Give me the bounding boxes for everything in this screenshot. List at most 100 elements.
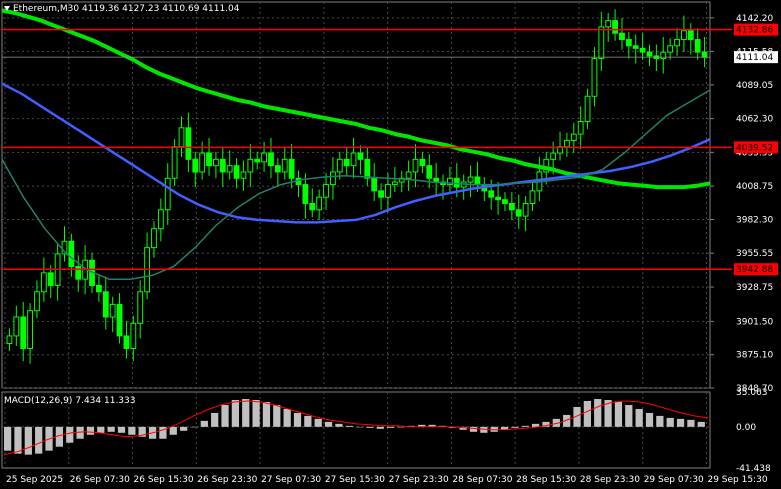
macd-histogram-bar (614, 401, 623, 427)
macd-histogram-bar (666, 417, 674, 427)
candle-body (185, 127, 192, 160)
candle-body (281, 158, 288, 173)
macd-histogram-bar (180, 426, 188, 431)
macd-histogram-bar (335, 423, 343, 427)
candle-body (6, 335, 13, 344)
candle-body (226, 165, 233, 173)
y-tick-label: 4062.30 (736, 115, 773, 125)
candle-body (171, 146, 178, 179)
candle-body (612, 20, 618, 34)
candle-body (330, 171, 336, 186)
candle-body (577, 121, 584, 135)
candle-body (378, 190, 384, 198)
candle-body (419, 158, 426, 167)
y-tick-label: 4142.20 (736, 14, 773, 24)
macd-histogram-bar (252, 400, 260, 427)
x-tick-label: 27 Sep 15:30 (325, 475, 385, 485)
candle-body (206, 152, 212, 167)
y-tick-label: 3875.10 (736, 351, 773, 361)
candle-body (619, 32, 625, 41)
candle-body (371, 177, 378, 192)
macd-histogram-bar (387, 426, 395, 428)
macd-histogram-bar (676, 418, 685, 427)
macd-histogram-bar (625, 404, 633, 427)
x-tick-label: 27 Sep 07:30 (261, 475, 321, 485)
candle-body (426, 165, 433, 179)
candle-body (75, 266, 82, 280)
macd-histogram-bar (356, 426, 364, 428)
candle-body (137, 291, 144, 324)
macd-histogram-bar (635, 408, 643, 427)
macd-histogram-bar (687, 419, 695, 427)
macd-histogram-bar (594, 399, 602, 427)
candle-body (515, 209, 522, 217)
candle-body (564, 139, 570, 148)
price-level-label: 4132.86 (736, 26, 773, 36)
y-tick-label: 4008.75 (736, 182, 773, 192)
x-tick-label: 28 Sep 23:30 (580, 475, 640, 485)
candle-body (343, 158, 350, 167)
candle-body (68, 240, 75, 268)
ohlc-values: 4119.36 4127.23 4110.69 4111.04 (82, 4, 240, 14)
candle-body (694, 39, 701, 53)
x-tick-label: 28 Sep 15:30 (516, 475, 576, 485)
candle-body (219, 158, 226, 173)
x-tick-label: 29 Sep 15:30 (707, 475, 767, 485)
candle-body (240, 171, 247, 179)
macd-histogram-bar (200, 420, 208, 427)
candle-body (508, 202, 515, 211)
macd-histogram-bar (4, 426, 12, 451)
candle-body (625, 39, 632, 47)
candle-body (323, 184, 329, 198)
macd-histogram-bar (66, 426, 74, 443)
x-tick-label: 26 Sep 15:30 (134, 475, 194, 485)
candle-body (385, 184, 391, 198)
candle-body (13, 316, 20, 337)
candle-body (584, 95, 591, 123)
candle-body (591, 57, 598, 97)
macd-histogram-bar (293, 412, 302, 427)
macd-histogram-bar (304, 415, 312, 427)
dropdown-arrow-icon[interactable] (4, 6, 10, 11)
candle-body (474, 176, 481, 186)
macd-histogram-bar (97, 426, 105, 433)
candle-body (674, 39, 680, 47)
candle-body (302, 184, 309, 204)
macd-histogram-bar (511, 426, 519, 428)
macd-histogram-bar (242, 399, 250, 427)
candle-body (502, 199, 508, 204)
macd-tick-label: 0.00 (736, 423, 756, 433)
candle-body (687, 30, 694, 41)
candle-body (34, 291, 40, 312)
price-level-label: 4039.52 (736, 143, 773, 153)
candle-body (605, 20, 612, 28)
macd-histogram-bar (697, 421, 705, 427)
macd-histogram-bar (86, 426, 95, 435)
candle-body (467, 176, 474, 183)
candle-body (130, 322, 137, 350)
macd-histogram-bar (521, 425, 529, 427)
candle-body (529, 190, 536, 204)
candle-body (488, 190, 495, 198)
candle-body (261, 152, 267, 163)
trading-chart[interactable]: 4142.204115.584089.054062.304035.554008.… (0, 0, 781, 489)
candle-body (309, 202, 316, 211)
candle-body (598, 26, 605, 59)
x-tick-label: 26 Sep 23:30 (197, 475, 257, 485)
candle-body (550, 152, 557, 160)
candle-body (336, 158, 343, 173)
candle-body (123, 335, 130, 350)
candle-body (109, 303, 116, 318)
macd-histogram-bar (283, 408, 291, 427)
candle-body (632, 45, 639, 49)
x-tick-label: 28 Sep 07:30 (452, 475, 512, 485)
candle-body (412, 158, 419, 173)
candle-body (268, 152, 274, 167)
macd-histogram-bar (656, 415, 664, 427)
candle-body (47, 272, 54, 286)
y-tick-label: 3928.75 (736, 283, 773, 293)
candle-body (667, 45, 674, 53)
candle-body (453, 177, 460, 188)
macd-histogram-bar (117, 426, 126, 433)
macd-histogram-bar (35, 426, 43, 454)
